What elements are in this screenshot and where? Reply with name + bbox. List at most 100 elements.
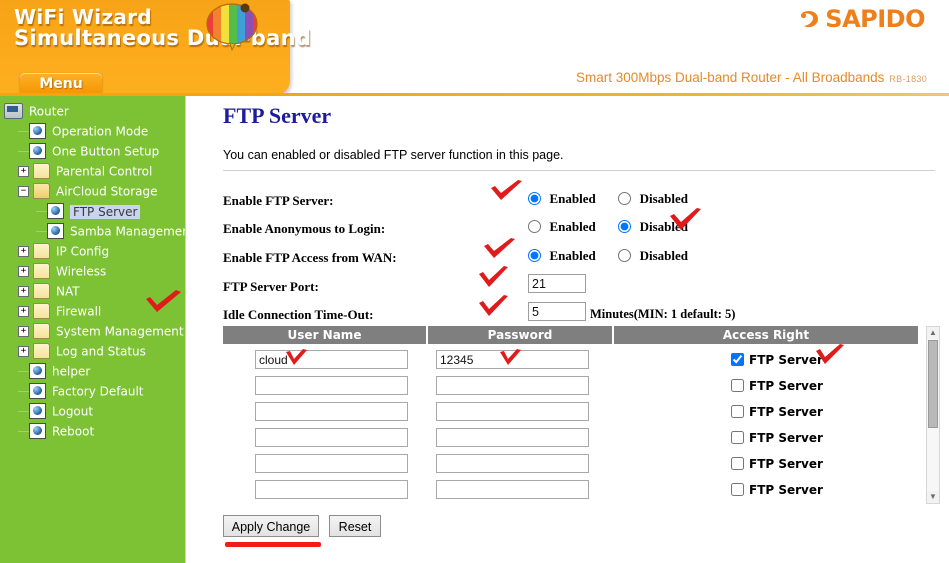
access-right-checkbox-item[interactable]: FTP Server (731, 403, 823, 421)
scrollbar-thumb[interactable] (928, 340, 938, 428)
model-code: RB-1830 (889, 74, 927, 84)
idle-timeout-input[interactable] (528, 302, 586, 321)
banner-title-line2: Simultaneous Dual-band (14, 26, 311, 50)
apply-change-button[interactable]: Apply Change (223, 515, 319, 537)
sidebar-item-one-button-setup[interactable]: One Button Setup (0, 141, 185, 161)
access-right-checkbox-item[interactable]: FTP Server (731, 429, 823, 447)
access-right-checkbox-item[interactable]: FTP Server (731, 377, 823, 395)
table-scrollbar[interactable]: ▲ ▼ (926, 326, 940, 504)
user-name-input[interactable] (255, 428, 408, 447)
expand-plus-icon[interactable]: + (18, 326, 29, 337)
access-right-checkbox[interactable] (731, 431, 744, 444)
radio-enable-ftp-server-disabled[interactable]: Disabled (618, 190, 688, 208)
password-input[interactable] (436, 480, 589, 499)
access-right-checkbox-item[interactable]: FTP Server (731, 351, 823, 369)
password-input[interactable] (436, 454, 589, 473)
tree-connector-line (18, 411, 29, 412)
sidebar-item-nat[interactable]: +NAT (0, 281, 185, 301)
sidebar-item-system-management[interactable]: +System Management (0, 321, 185, 341)
label-ftp-server-port: FTP Server Port: (223, 276, 319, 298)
password-input[interactable] (436, 350, 589, 369)
radio-input-ftp-enabled[interactable] (528, 192, 541, 205)
radio-input-wan-disabled[interactable] (618, 249, 631, 262)
radio-group-enable-ftp-server: Enabled Disabled (528, 190, 706, 208)
access-right-label: FTP Server (749, 431, 823, 445)
radio-label-anon-disabled: Disabled (640, 219, 688, 234)
expand-plus-icon[interactable]: + (18, 346, 29, 357)
radio-anonymous-disabled[interactable]: Disabled (618, 218, 688, 236)
label-enable-ftp-server: Enable FTP Server: (223, 190, 334, 212)
sidebar-item-aircloud-storage[interactable]: −AirCloud Storage (0, 181, 185, 201)
scroll-down-arrow-icon[interactable]: ▼ (927, 491, 939, 503)
password-input[interactable] (436, 402, 589, 421)
access-right-checkbox[interactable] (731, 353, 744, 366)
page-icon (29, 403, 46, 419)
radio-input-ftp-disabled[interactable] (618, 192, 631, 205)
access-right-checkbox-item[interactable]: FTP Server (731, 481, 823, 499)
scroll-up-arrow-icon[interactable]: ▲ (927, 327, 939, 339)
access-right-checkbox-item[interactable]: FTP Server (731, 455, 823, 473)
sidebar-item-ftp-server[interactable]: FTP Server (0, 201, 185, 221)
expand-plus-icon[interactable]: + (18, 166, 29, 177)
annotation-underline-apply (225, 542, 321, 547)
label-enable-anonymous-login: Enable Anonymous to Login: (223, 218, 385, 240)
radio-input-wan-enabled[interactable] (528, 249, 541, 262)
sidebar-item-wireless[interactable]: +Wireless (0, 261, 185, 281)
access-right-checkbox[interactable] (731, 457, 744, 470)
radio-wan-enabled[interactable]: Enabled (528, 247, 596, 265)
collapse-minus-icon[interactable]: − (18, 186, 29, 197)
user-name-input[interactable] (255, 376, 408, 395)
sidebar-item-firewall[interactable]: +Firewall (0, 301, 185, 321)
sidebar-item-label: Factory Default (52, 385, 144, 399)
reset-button[interactable]: Reset (329, 515, 381, 537)
sidebar-item-helper[interactable]: helper (0, 361, 185, 381)
sidebar-item-router[interactable]: Router (0, 101, 185, 121)
sidebar-item-label: Operation Mode (52, 125, 148, 139)
expand-plus-icon[interactable]: + (18, 246, 29, 257)
expand-plus-icon[interactable]: + (18, 306, 29, 317)
page-icon (29, 143, 46, 159)
sidebar-item-parental-control[interactable]: +Parental Control (0, 161, 185, 181)
expand-plus-icon[interactable]: + (18, 266, 29, 277)
ftp-server-port-input[interactable] (528, 274, 586, 293)
access-right-checkbox[interactable] (731, 379, 744, 392)
sidebar-item-logout[interactable]: Logout (0, 401, 185, 421)
column-header-access-right: Access Right (614, 326, 918, 344)
user-name-input[interactable] (255, 480, 408, 499)
user-name-input[interactable] (255, 402, 408, 421)
radio-input-anon-enabled[interactable] (528, 220, 541, 233)
tree-connector-line (18, 131, 29, 132)
password-input[interactable] (436, 428, 589, 447)
sidebar-item-reboot[interactable]: Reboot (0, 421, 185, 441)
sidebar-item-ip-config[interactable]: +IP Config (0, 241, 185, 261)
page-icon (29, 383, 46, 399)
page-globe-icon (33, 426, 42, 435)
access-right-label: FTP Server (749, 457, 823, 471)
radio-anonymous-enabled[interactable]: Enabled (528, 218, 596, 236)
sidebar-item-factory-default[interactable]: Factory Default (0, 381, 185, 401)
password-input[interactable] (436, 376, 589, 395)
table-header-row: User Name Password Access Right (223, 326, 918, 344)
access-right-checkbox[interactable] (731, 405, 744, 418)
model-text: Smart 300Mbps Dual-band Router - All Bro… (576, 70, 884, 85)
radio-input-anon-disabled[interactable] (618, 220, 631, 233)
sidebar-item-log-and-status[interactable]: +Log and Status (0, 341, 185, 361)
expand-plus-icon[interactable]: + (18, 286, 29, 297)
column-header-user-name: User Name (223, 326, 428, 344)
user-name-input[interactable] (255, 454, 408, 473)
access-right-label: FTP Server (749, 483, 823, 497)
page-globe-icon (33, 366, 42, 375)
radio-enable-ftp-server-enabled[interactable]: Enabled (528, 190, 596, 208)
access-right-label: FTP Server (749, 353, 823, 367)
sidebar-item-label: One Button Setup (52, 145, 159, 159)
sidebar-item-samba-management[interactable]: Samba Management (0, 221, 185, 241)
page-title: FTP Server (223, 103, 331, 129)
radio-wan-disabled[interactable]: Disabled (618, 247, 688, 265)
access-right-checkbox[interactable] (731, 483, 744, 496)
sidebar-item-operation-mode[interactable]: Operation Mode (0, 121, 185, 141)
table-row: FTP Server (223, 402, 918, 428)
sidebar-item-label: Samba Management (70, 225, 186, 239)
user-name-input[interactable] (255, 350, 408, 369)
sidebar-item-label: Logout (52, 405, 93, 419)
table-row: FTP Server (223, 376, 918, 402)
